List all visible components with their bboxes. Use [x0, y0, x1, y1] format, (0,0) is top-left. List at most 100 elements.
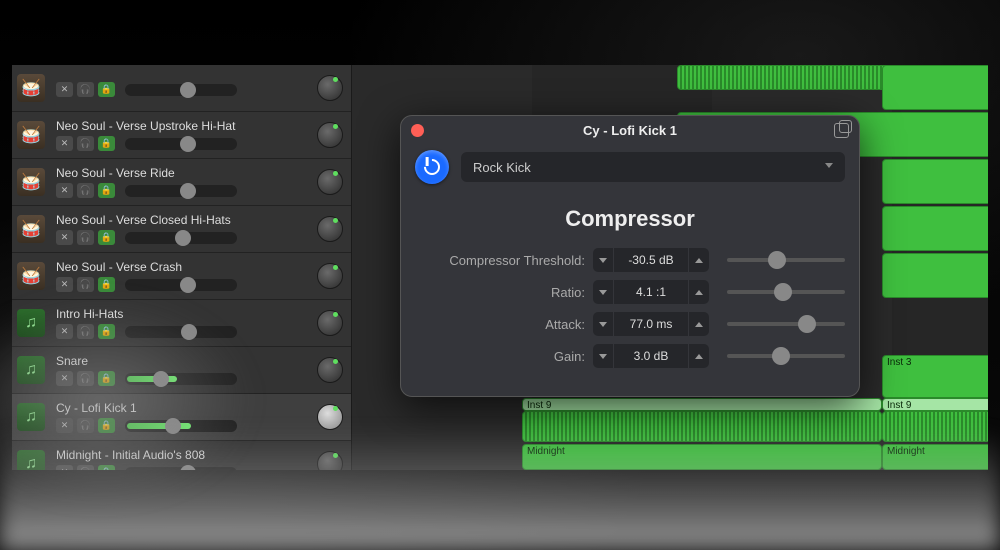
decrement-button[interactable]: [593, 248, 613, 272]
track-row[interactable]: 🥁 Neo Soul - Verse Upstroke Hi-Hat ✕ 🎧 🔒: [12, 112, 351, 159]
param-value[interactable]: -30.5 dB: [614, 248, 688, 272]
decrement-button[interactable]: [593, 312, 613, 336]
track-icon[interactable]: 🥁: [12, 159, 50, 205]
midi-region[interactable]: [882, 206, 988, 251]
mute-button[interactable]: ✕: [56, 230, 73, 245]
param-value[interactable]: 3.0 dB: [614, 344, 688, 368]
param-row: Ratio: 4.1 :1: [415, 280, 845, 304]
param-stepper: 4.1 :1: [593, 280, 709, 304]
pan-knob[interactable]: [317, 310, 343, 336]
solo-button[interactable]: 🎧: [77, 183, 94, 198]
lock-button[interactable]: 🔒: [98, 277, 115, 292]
track-controls: ✕ 🎧 🔒: [56, 277, 351, 292]
param-stepper: 3.0 dB: [593, 344, 709, 368]
volume-thumb[interactable]: [180, 82, 196, 98]
slider-thumb[interactable]: [774, 283, 792, 301]
pan-knob[interactable]: [317, 169, 343, 195]
lock-button[interactable]: 🔒: [98, 183, 115, 198]
decrement-button[interactable]: [593, 280, 613, 304]
decrement-button[interactable]: [593, 344, 613, 368]
close-icon[interactable]: [411, 124, 424, 137]
midi-region[interactable]: [882, 65, 988, 110]
plugin-title: Cy - Lofi Kick 1: [401, 123, 859, 138]
param-slider[interactable]: [727, 354, 845, 358]
midi-region[interactable]: Inst 9: [522, 398, 882, 411]
track-row[interactable]: 🥁 Neo Soul - Verse Closed Hi-Hats ✕ 🎧 🔒: [12, 206, 351, 253]
solo-button[interactable]: 🎧: [77, 230, 94, 245]
track-row[interactable]: 🥁 Neo Soul - Verse Crash ✕ 🎧 🔒: [12, 253, 351, 300]
compare-icon[interactable]: [834, 123, 849, 138]
volume-slider[interactable]: [125, 185, 237, 197]
mute-button[interactable]: ✕: [56, 277, 73, 292]
mute-button[interactable]: ✕: [56, 136, 73, 151]
volume-thumb[interactable]: [175, 230, 191, 246]
increment-button[interactable]: [689, 344, 709, 368]
pan-knob[interactable]: [317, 357, 343, 383]
volume-slider[interactable]: [125, 232, 237, 244]
lock-button[interactable]: 🔒: [98, 136, 115, 151]
chevron-up-icon: [695, 354, 703, 359]
chevron-up-icon: [695, 322, 703, 327]
pan-knob[interactable]: [317, 404, 343, 430]
volume-slider[interactable]: [125, 138, 237, 150]
param-value[interactable]: 77.0 ms: [614, 312, 688, 336]
drum-icon: 🥁: [17, 121, 45, 149]
plugin-header: Rock Kick: [401, 144, 859, 194]
param-slider[interactable]: [727, 258, 845, 262]
chevron-up-icon: [695, 290, 703, 295]
param-value[interactable]: 4.1 :1: [614, 280, 688, 304]
plugin-titlebar[interactable]: Cy - Lofi Kick 1: [401, 116, 859, 144]
increment-button[interactable]: [689, 280, 709, 304]
volume-slider[interactable]: [125, 84, 237, 96]
volume-thumb[interactable]: [180, 277, 196, 293]
preset-name: Rock Kick: [473, 160, 531, 175]
pan-indicator: [333, 171, 338, 176]
drum-icon: 🥁: [17, 215, 45, 243]
solo-button[interactable]: 🎧: [77, 277, 94, 292]
lock-button[interactable]: 🔒: [98, 230, 115, 245]
solo-button[interactable]: 🎧: [77, 82, 94, 97]
chevron-down-icon: [599, 354, 607, 359]
track-body: Neo Soul - Verse Upstroke Hi-Hat ✕ 🎧 🔒: [50, 112, 351, 158]
slider-thumb[interactable]: [798, 315, 816, 333]
param-slider[interactable]: [727, 322, 845, 326]
param-stepper: 77.0 ms: [593, 312, 709, 336]
track-controls: ✕ 🎧 🔒: [56, 82, 351, 97]
track-icon[interactable]: 🥁: [12, 112, 50, 158]
midi-region[interactable]: [882, 159, 988, 204]
increment-button[interactable]: [689, 248, 709, 272]
chevron-up-icon: [695, 258, 703, 263]
track-icon[interactable]: 🥁: [12, 253, 50, 299]
track-icon[interactable]: 🥁: [12, 206, 50, 252]
slider-thumb[interactable]: [772, 347, 790, 365]
pan-knob[interactable]: [317, 75, 343, 101]
solo-button[interactable]: 🎧: [77, 136, 94, 151]
lock-button[interactable]: 🔒: [98, 82, 115, 97]
pan-knob[interactable]: [317, 216, 343, 242]
track-row[interactable]: 🥁 Neo Soul - Verse Ride ✕ 🎧 🔒: [12, 159, 351, 206]
midi-region[interactable]: Inst 3: [882, 355, 988, 398]
drum-icon: 🥁: [17, 168, 45, 196]
preset-dropdown[interactable]: Rock Kick: [461, 152, 845, 182]
power-button[interactable]: [415, 150, 449, 184]
param-stepper: -30.5 dB: [593, 248, 709, 272]
midi-region[interactable]: [882, 253, 988, 298]
track-icon[interactable]: 🥁: [12, 65, 50, 111]
pan-knob[interactable]: [317, 122, 343, 148]
param-slider[interactable]: [727, 290, 845, 294]
midi-region[interactable]: Inst 9: [882, 398, 988, 411]
increment-button[interactable]: [689, 312, 709, 336]
param-row: Attack: 77.0 ms: [415, 312, 845, 336]
volume-thumb[interactable]: [180, 136, 196, 152]
volume-slider[interactable]: [125, 279, 237, 291]
pan-knob[interactable]: [317, 263, 343, 289]
effect-title: Compressor: [415, 206, 845, 232]
track-row[interactable]: 🥁 ✕ 🎧 🔒: [12, 65, 351, 112]
mute-button[interactable]: ✕: [56, 183, 73, 198]
mute-button[interactable]: ✕: [56, 82, 73, 97]
slider-thumb[interactable]: [768, 251, 786, 269]
param-row: Gain: 3.0 dB: [415, 344, 845, 368]
param-label: Gain:: [415, 349, 585, 364]
volume-thumb[interactable]: [180, 183, 196, 199]
pan-indicator: [333, 312, 338, 317]
